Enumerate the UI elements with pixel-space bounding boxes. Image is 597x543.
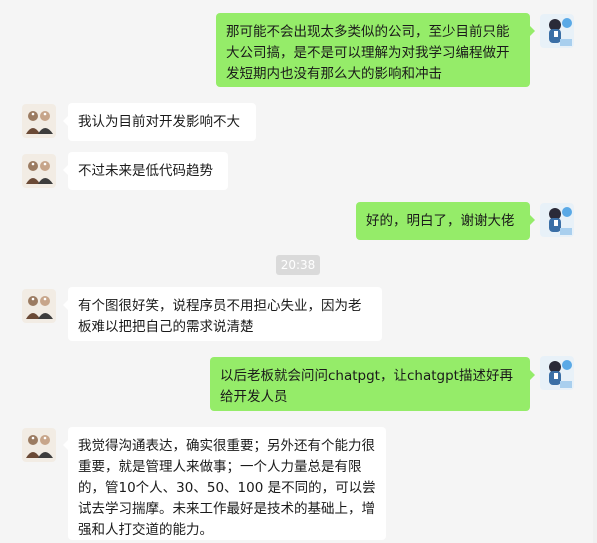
- incoming-message-bubble[interactable]: 不过未来是低代码趋势: [63, 152, 228, 190]
- outgoing-message-bubble[interactable]: 那可能不会出现太多类似的公司，至少目前只能大公司搞，是不是可以理解为对我学习编程…: [216, 13, 535, 87]
- message-text: 有个图很好笑，说程序员不用担心失业，因为老板难以把把自己的需求说清楚: [78, 298, 362, 335]
- incoming-message-bubble[interactable]: 我认为目前对开发影响不大: [63, 103, 256, 141]
- message-text: 我觉得沟通表达，确实很重要；另外还有个能力很重要，就是管理人来做事；一个人力量总…: [78, 438, 376, 538]
- chat-scrollbar[interactable]: [593, 0, 597, 543]
- contact-avatar-icon[interactable]: [22, 104, 56, 138]
- message-text: 以后老板就会问问chatpgt，让chatgpt描述好再给开发人员: [220, 368, 513, 405]
- contact-avatar-icon[interactable]: [22, 428, 56, 462]
- outgoing-message-bubble[interactable]: 以后老板就会问问chatpgt，让chatgpt描述好再给开发人员: [210, 357, 535, 411]
- self-avatar-icon[interactable]: [540, 14, 574, 48]
- message-text: 我认为目前对开发影响不大: [78, 114, 240, 130]
- contact-avatar-icon[interactable]: [22, 289, 56, 323]
- message-text: 好的，明白了，谢谢大佬: [366, 213, 515, 229]
- message-text: 不过未来是低代码趋势: [78, 163, 213, 179]
- chat-message-list[interactable]: 那可能不会出现太多类似的公司，至少目前只能大公司搞，是不是可以理解为对我学习编程…: [0, 0, 597, 543]
- message-text: 那可能不会出现太多类似的公司，至少目前只能大公司搞，是不是可以理解为对我学习编程…: [226, 24, 510, 82]
- self-avatar-icon[interactable]: [540, 356, 574, 390]
- message-timestamp: 20:38: [276, 255, 320, 275]
- incoming-message-bubble[interactable]: 我觉得沟通表达，确实很重要；另外还有个能力很重要，就是管理人来做事；一个人力量总…: [63, 427, 386, 540]
- incoming-message-bubble[interactable]: 有个图很好笑，说程序员不用担心失业，因为老板难以把把自己的需求说清楚: [63, 287, 382, 341]
- self-avatar-icon[interactable]: [540, 203, 574, 237]
- contact-avatar-icon[interactable]: [22, 154, 56, 188]
- outgoing-message-bubble[interactable]: 好的，明白了，谢谢大佬: [356, 202, 535, 240]
